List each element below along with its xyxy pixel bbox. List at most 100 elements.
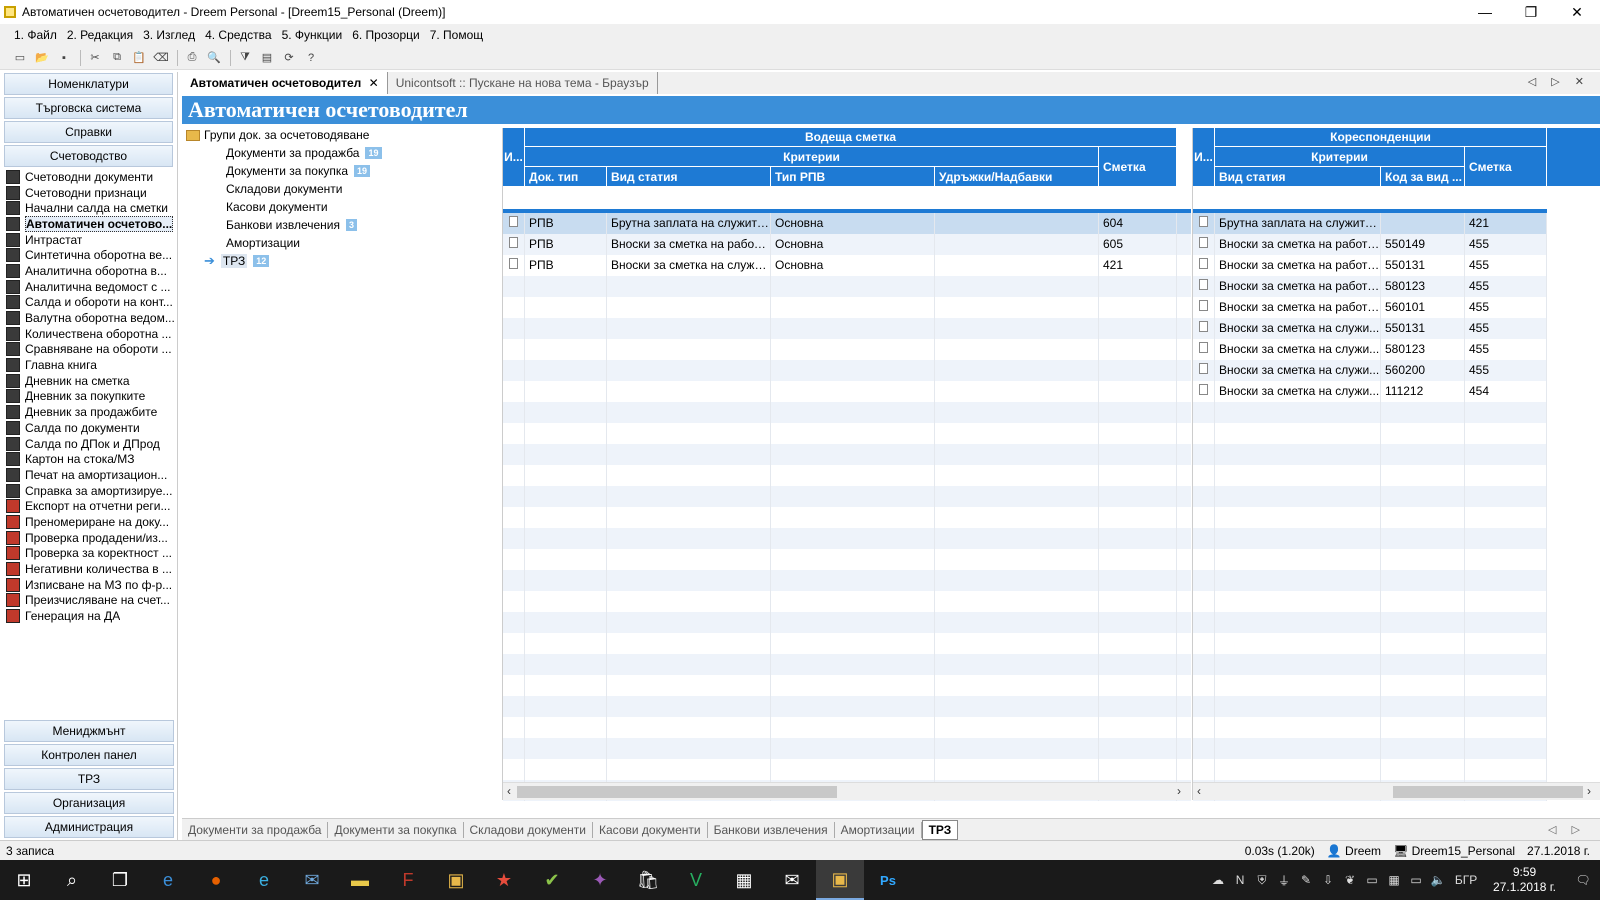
table-row[interactable]: [1193, 675, 1547, 696]
firefox-icon[interactable]: ●: [192, 860, 240, 900]
photoshop-icon[interactable]: Ps: [864, 860, 912, 900]
open-folder-icon[interactable]: 📂: [32, 49, 52, 67]
minimize-button[interactable]: —: [1462, 0, 1508, 24]
table-row[interactable]: [1193, 444, 1547, 465]
table-row[interactable]: [503, 528, 1191, 549]
save-icon[interactable]: ▪: [54, 49, 74, 67]
table-row[interactable]: [503, 339, 1191, 360]
sidebar-item[interactable]: Генерация на ДА: [0, 608, 177, 624]
table-row[interactable]: [1193, 423, 1547, 444]
table-row[interactable]: [503, 402, 1191, 423]
sidebar-item[interactable]: Начални салда на сметки: [0, 200, 177, 216]
usb-icon[interactable]: ⏚: [1273, 872, 1295, 889]
nav-reports[interactable]: Справки: [4, 121, 173, 143]
sidebar-item[interactable]: Негативни количества в ...: [0, 561, 177, 577]
menu-edit[interactable]: 2. Редакция: [67, 28, 133, 42]
menu-functions[interactable]: 5. Функции: [282, 28, 343, 42]
sidebar-item[interactable]: Салда и обороти на конт...: [0, 295, 177, 311]
tree-item[interactable]: Банкови извлечения 3: [182, 216, 498, 234]
language-indicator[interactable]: БГР: [1449, 873, 1483, 887]
table-row[interactable]: [1193, 696, 1547, 717]
sidebar-item[interactable]: Справка за амортизируе...: [0, 483, 177, 499]
table-row[interactable]: [503, 486, 1191, 507]
thunderbird-icon[interactable]: ✉: [288, 860, 336, 900]
shield-icon[interactable]: ⛨: [1251, 873, 1273, 888]
table-row[interactable]: [1193, 549, 1547, 570]
bottom-tab[interactable]: Документи за покупка: [328, 821, 464, 838]
nav-control-panel[interactable]: Контролен панел: [4, 744, 174, 766]
scrollbar-thumb[interactable]: [517, 786, 837, 798]
paste-icon[interactable]: 📋: [129, 49, 149, 67]
tab-browser[interactable]: Unicontsoft :: Пускане на нова тема - Бр…: [388, 72, 658, 94]
edge-icon[interactable]: e: [144, 860, 192, 900]
col-header-i[interactable]: И...: [503, 128, 525, 187]
table-row[interactable]: [1193, 654, 1547, 675]
table-row[interactable]: [503, 738, 1191, 759]
sidebar-item[interactable]: Преномериране на доку...: [0, 514, 177, 530]
table-row[interactable]: Брутна заплата на служители 421: [1193, 213, 1547, 234]
table-row[interactable]: [503, 381, 1191, 402]
sidebar-item[interactable]: Дневник за покупките: [0, 389, 177, 405]
tree-item[interactable]: ➔ ТРЗ 12: [182, 252, 498, 270]
scrollbar-thumb[interactable]: [1393, 786, 1583, 798]
menu-tools[interactable]: 4. Средства: [205, 28, 272, 42]
tree-item[interactable]: Документи за покупка 19: [182, 162, 498, 180]
dreem-app-icon[interactable]: ▣: [432, 860, 480, 900]
notifications-icon[interactable]: 🗨: [1566, 873, 1600, 887]
scroll-right-arrow[interactable]: ›: [1587, 784, 1591, 798]
table-row[interactable]: [503, 675, 1191, 696]
clock[interactable]: 9:59 27.1.2018 г.: [1493, 865, 1556, 895]
store-icon[interactable]: 🛍: [624, 860, 672, 900]
table-row[interactable]: [503, 570, 1191, 591]
sidebar-item[interactable]: Счетоводни документи: [0, 169, 177, 185]
app-tool-icon[interactable]: ✔: [528, 860, 576, 900]
sidebar-item[interactable]: Аналитична оборотна в...: [0, 263, 177, 279]
table-row[interactable]: [503, 444, 1191, 465]
bottom-tab[interactable]: Амортизации: [835, 821, 922, 838]
col-header-account[interactable]: Сметка: [1465, 147, 1547, 187]
tree-item[interactable]: Касови документи: [182, 198, 498, 216]
table-row[interactable]: [1193, 759, 1547, 780]
tab-auto-accountant[interactable]: Автоматичен осчетоводител ✕: [182, 72, 388, 94]
sidebar-item[interactable]: Главна книга: [0, 357, 177, 373]
table-row[interactable]: Вноски за сметка на работо... 560101 455: [1193, 297, 1547, 318]
col-header-account[interactable]: Сметка: [1099, 147, 1177, 187]
table-row[interactable]: [503, 759, 1191, 780]
table-row[interactable]: [503, 549, 1191, 570]
close-button[interactable]: ✕: [1554, 0, 1600, 24]
sidebar-item[interactable]: Аналитична ведомост с ...: [0, 279, 177, 295]
bottom-tab[interactable]: ТРЗ: [921, 819, 959, 840]
table-row[interactable]: [503, 633, 1191, 654]
table-row[interactable]: [1193, 717, 1547, 738]
menu-help[interactable]: 7. Помощ: [430, 28, 483, 42]
sidebar-item[interactable]: Проверка за коректност ...: [0, 546, 177, 562]
col-header[interactable]: Удръжки/Надбавки: [935, 167, 1099, 187]
sidebar-item[interactable]: Счетоводни признаци: [0, 185, 177, 201]
horizontal-scrollbar[interactable]: › ‹: [1193, 782, 1600, 800]
nav-nomenclatures[interactable]: Номенклатури: [4, 73, 173, 95]
table-row[interactable]: [503, 696, 1191, 717]
form-icon[interactable]: ▤: [257, 49, 277, 67]
mail-icon[interactable]: ✉: [768, 860, 816, 900]
table-row[interactable]: [1193, 570, 1547, 591]
table-row[interactable]: [1193, 738, 1547, 759]
tray-download-icon[interactable]: ⇩: [1317, 873, 1339, 887]
sidebar-item[interactable]: Изписване на МЗ по ф-р...: [0, 577, 177, 593]
table-row[interactable]: Вноски за сметка на служи... 111212 454: [1193, 381, 1547, 402]
table-row[interactable]: [1193, 591, 1547, 612]
table-row[interactable]: [1193, 528, 1547, 549]
clear-icon[interactable]: ⌫: [151, 49, 171, 67]
table-row[interactable]: [1193, 465, 1547, 486]
nav-management[interactable]: Мениджмънт: [4, 720, 174, 742]
new-document-icon[interactable]: ▭: [10, 49, 30, 67]
table-row[interactable]: [503, 507, 1191, 528]
sidebar-item[interactable]: Синтетична оборотна ве...: [0, 247, 177, 263]
monitor-icon[interactable]: ▭: [1405, 873, 1427, 887]
sidebar-item[interactable]: Дневник за продажбите: [0, 404, 177, 420]
col-header[interactable]: Тип РПВ: [771, 167, 935, 187]
sidebar-item[interactable]: Автоматичен осчетово...: [0, 216, 177, 232]
col-header-i[interactable]: И...: [1193, 128, 1215, 187]
tree-item[interactable]: Амортизации: [182, 234, 498, 252]
table-row[interactable]: [503, 360, 1191, 381]
menu-windows[interactable]: 6. Прозорци: [352, 28, 419, 42]
